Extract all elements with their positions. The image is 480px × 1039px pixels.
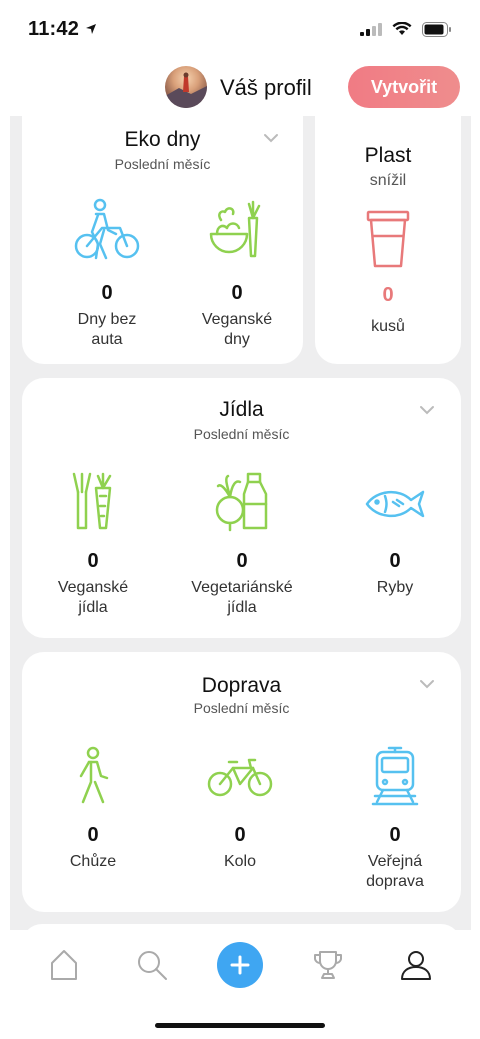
- stat-value: 0: [87, 550, 99, 572]
- clock: 11:42: [28, 17, 80, 40]
- battery-icon: [422, 21, 451, 37]
- stat-value: 0: [389, 550, 401, 572]
- plastic-value: 0: [382, 284, 394, 306]
- tab-trophy[interactable]: [298, 935, 358, 995]
- card-subtitle: Poslední měsíc: [193, 426, 290, 442]
- create-button[interactable]: Vytvořit: [348, 66, 460, 108]
- stat-walking: 0 Chůze: [38, 746, 148, 906]
- status-time: 11:42: [28, 18, 97, 41]
- meals-card[interactable]: Jídla Poslední měsíc 0 Veganské jídla 0 …: [22, 378, 461, 638]
- stat-value: 0: [236, 550, 248, 572]
- stat-value: 0: [87, 824, 99, 846]
- card-title: Plast: [364, 144, 412, 167]
- leek-carrot-icon: [72, 472, 112, 530]
- home-icon: [51, 950, 77, 980]
- chevron-down-icon[interactable]: [418, 404, 436, 416]
- profile-label[interactable]: Váš profil: [220, 75, 312, 101]
- profile-icon: [401, 951, 431, 980]
- stat-value: 0: [231, 282, 243, 304]
- cup-icon: [366, 210, 410, 268]
- add-button[interactable]: [217, 942, 263, 988]
- bike-pushing-icon: [74, 198, 140, 260]
- chevron-down-icon[interactable]: [418, 678, 436, 690]
- card-subtitle: Poslední měsíc: [193, 700, 290, 716]
- stat-value: 0: [234, 824, 246, 846]
- wifi-icon: [392, 22, 412, 35]
- stat-label: Vegetariánské jídla: [191, 579, 293, 616]
- tab-home[interactable]: [34, 935, 94, 995]
- stat-label: Veganské dny: [201, 311, 273, 348]
- signal-icon: [360, 23, 382, 36]
- home-indicator: [155, 1023, 325, 1028]
- card-subtitle: snížil: [369, 172, 407, 189]
- stat-vegetarian-meals: 0 Vegetariánské jídla: [182, 472, 302, 632]
- avatar-image: [165, 72, 207, 108]
- trophy-icon: [314, 951, 342, 979]
- stat-bike: 0 Kolo: [185, 746, 295, 906]
- tab-profile[interactable]: [386, 935, 446, 995]
- status-bar: 11:42: [0, 0, 480, 58]
- chevron-down-icon[interactable]: [262, 132, 280, 144]
- tab-bar: [0, 930, 480, 1000]
- stat-days-without-car: 0 Dny bez auta: [52, 198, 162, 358]
- stat-label: Veganské jídla: [57, 579, 129, 616]
- stat-label: Kolo: [223, 853, 257, 870]
- card-title: Eko dny: [124, 128, 201, 151]
- stat-value: 0: [101, 282, 113, 304]
- location-arrow-icon: [86, 24, 97, 34]
- status-indicators: [360, 21, 452, 37]
- plastic-card[interactable]: Plast snížil 0 kusů: [315, 116, 461, 364]
- tab-search[interactable]: [122, 935, 182, 995]
- stat-label: Chůze: [69, 853, 117, 870]
- stat-value: 0: [389, 824, 401, 846]
- dashboard-content[interactable]: Eko dny Poslední měsíc 0 Dny bez auta 0 …: [10, 116, 471, 930]
- stat-label: Dny bez auta: [77, 311, 137, 348]
- card-subtitle: Poslední měsíc: [114, 156, 211, 172]
- beet-milk-icon: [215, 472, 268, 532]
- card-title: Doprava: [201, 674, 282, 697]
- stat-vegan-days: 0 Veganské dny: [182, 198, 292, 358]
- avatar[interactable]: [165, 66, 207, 108]
- card-title: Jídla: [219, 398, 264, 421]
- profile-header: Váš profil Vytvořit: [0, 62, 480, 114]
- bicycle-icon: [207, 758, 273, 797]
- search-icon: [138, 951, 167, 980]
- stat-label: Ryby: [376, 579, 414, 596]
- stat-public-transport: 0 Veřejná doprava: [340, 746, 450, 906]
- walking-icon: [79, 746, 109, 804]
- plus-icon: [230, 955, 250, 975]
- stat-label: Veřejná doprava: [366, 853, 424, 890]
- train-icon: [371, 746, 419, 806]
- stat-fish: 0 Ryby: [340, 472, 450, 632]
- plastic-unit: kusů: [371, 318, 405, 335]
- salad-carrot-icon: [209, 200, 261, 258]
- eko-days-card[interactable]: Eko dny Poslední měsíc 0 Dny bez auta 0 …: [22, 116, 303, 364]
- stat-vegan-meals: 0 Veganské jídla: [38, 472, 148, 632]
- tab-add[interactable]: [210, 935, 270, 995]
- transport-card[interactable]: Doprava Poslední měsíc 0 Chůze 0 Kolo 0 …: [22, 652, 461, 912]
- fish-icon: [365, 490, 425, 518]
